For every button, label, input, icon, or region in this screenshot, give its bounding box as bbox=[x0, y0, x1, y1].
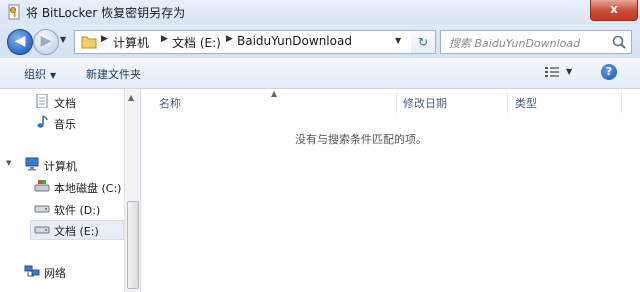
organize-button[interactable]: 组织 ▼ bbox=[24, 66, 56, 82]
view-dropdown-icon[interactable]: ▼ bbox=[566, 67, 572, 76]
new-folder-button[interactable]: 新建文件夹 bbox=[86, 66, 141, 82]
navigation-pane: 文档 音乐 ▼ 计算机 本地磁盘 (C:) 软件 (D:) 文档 (E:) 网络… bbox=[0, 89, 141, 292]
nav-item-label: 软件 (D:) bbox=[54, 204, 101, 217]
network-icon bbox=[24, 265, 40, 277]
nav-item-drive-e[interactable]: 文档 (E:) bbox=[30, 220, 124, 240]
folder-icon bbox=[81, 36, 97, 49]
music-icon bbox=[37, 115, 48, 128]
column-header-name[interactable]: 名称 bbox=[159, 95, 181, 111]
nav-item-local-disk-c[interactable]: 本地磁盘 (C:) bbox=[34, 178, 122, 196]
column-divider[interactable] bbox=[621, 91, 622, 113]
search-placeholder: 搜索 BaiduYunDownload bbox=[449, 37, 581, 50]
refresh-button[interactable]: ↻ bbox=[411, 30, 436, 54]
help-icon[interactable]: ? bbox=[601, 64, 617, 80]
breadcrumb-drive-e[interactable]: 文档 (E:) bbox=[172, 34, 221, 51]
nav-scrollbar[interactable]: ▲ bbox=[124, 89, 140, 292]
view-options-icon[interactable] bbox=[545, 66, 559, 78]
breadcrumb-computer[interactable]: 计算机 bbox=[113, 34, 149, 51]
nav-item-label: 计算机 bbox=[44, 160, 77, 173]
organize-label: 组织 bbox=[24, 68, 46, 81]
address-row: ◀ ▶ ▼ ▶ 计算机 ▶ 文档 (E:) ▶ BaiduYunDownload… bbox=[0, 24, 640, 58]
tree-expand-icon[interactable]: ▼ bbox=[6, 159, 11, 167]
nav-item-label: 音乐 bbox=[54, 118, 76, 131]
nav-item-label: 本地磁盘 (C:) bbox=[54, 182, 122, 195]
key-file-icon bbox=[8, 4, 20, 20]
nav-item-computer[interactable]: 计算机 bbox=[24, 156, 120, 174]
search-icon[interactable] bbox=[611, 34, 627, 50]
column-divider[interactable] bbox=[507, 91, 508, 113]
breadcrumb-current-folder[interactable]: BaiduYunDownload bbox=[237, 34, 352, 48]
nav-item-label: 文档 (E:) bbox=[54, 225, 99, 238]
scroll-thumb[interactable] bbox=[127, 201, 139, 289]
window-title: 将 BitLocker 恢复密钥另存为 bbox=[26, 6, 186, 20]
address-bar[interactable]: ▶ 计算机 ▶ 文档 (E:) ▶ BaiduYunDownload ▼ bbox=[74, 30, 412, 54]
nav-item-label: 网络 bbox=[44, 267, 66, 280]
nav-item-network[interactable]: 网络 bbox=[24, 263, 120, 281]
nav-item-label: 文档 bbox=[54, 97, 76, 110]
column-divider[interactable] bbox=[396, 91, 397, 113]
forward-button[interactable]: ▶ bbox=[33, 29, 59, 55]
document-icon bbox=[36, 94, 48, 108]
back-button[interactable]: ◀ bbox=[7, 29, 33, 55]
breadcrumb-separator[interactable]: ▶ bbox=[161, 34, 168, 44]
close-button[interactable]: x bbox=[590, 0, 638, 21]
file-list: ▲ 名称 修改日期 类型 没有与搜索条件匹配的项。 bbox=[141, 89, 640, 292]
empty-folder-message: 没有与搜索条件匹配的项。 bbox=[295, 133, 427, 146]
nav-item-music[interactable]: 音乐 bbox=[34, 114, 120, 132]
address-history-dropdown[interactable]: ▼ bbox=[395, 36, 401, 45]
nav-item-drive-d[interactable]: 软件 (D:) bbox=[34, 200, 120, 218]
recent-pages-dropdown[interactable]: ▼ bbox=[60, 35, 70, 45]
refresh-icon: ↻ bbox=[417, 35, 429, 49]
sort-indicator-icon: ▲ bbox=[271, 89, 278, 98]
title-bar: 将 BitLocker 恢复密钥另存为 x bbox=[0, 0, 640, 24]
breadcrumb-separator[interactable]: ▶ bbox=[226, 34, 233, 44]
drive-icon bbox=[34, 205, 50, 213]
computer-icon bbox=[25, 157, 39, 171]
scroll-up-icon[interactable]: ▲ bbox=[128, 93, 134, 102]
save-dialog: 将 BitLocker 恢复密钥另存为 x ◀ ▶ ▼ ▶ 计算机 ▶ 文档 (… bbox=[0, 0, 640, 292]
chevron-down-icon: ▼ bbox=[50, 71, 57, 80]
search-input[interactable]: 搜索 BaiduYunDownload bbox=[440, 30, 632, 54]
command-toolbar: 组织 ▼ 新建文件夹 ▼ ? bbox=[0, 58, 640, 89]
column-header-modified[interactable]: 修改日期 bbox=[403, 95, 447, 111]
drive-icon bbox=[34, 226, 50, 234]
breadcrumb-separator[interactable]: ▶ bbox=[101, 34, 108, 44]
column-header-type[interactable]: 类型 bbox=[515, 95, 537, 111]
nav-item-documents[interactable]: 文档 bbox=[34, 93, 120, 111]
local-disk-icon bbox=[34, 180, 50, 192]
